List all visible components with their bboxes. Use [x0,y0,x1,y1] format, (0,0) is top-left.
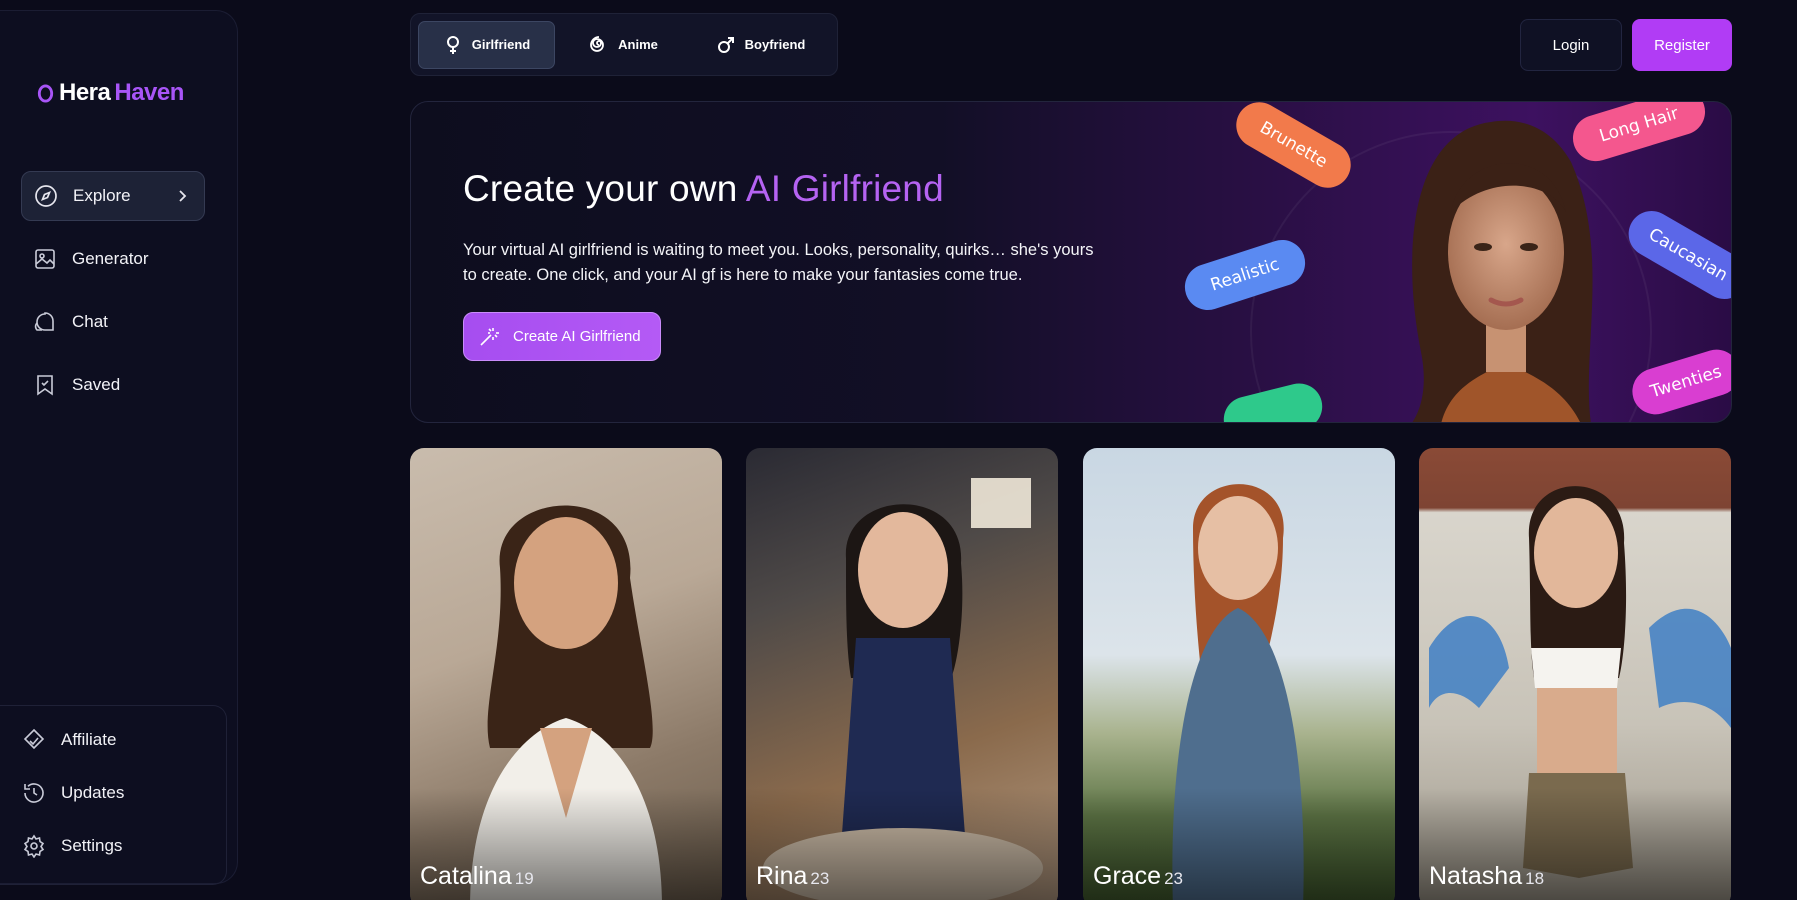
chevron-right-icon [179,190,187,202]
hero-title: Create your own AI Girlfriend [463,168,944,210]
female-icon [443,35,463,55]
logo[interactable]: Hera Haven [36,79,184,107]
male-icon [716,35,736,55]
sidebar-item-saved[interactable]: Saved [21,360,205,410]
character-age: 23 [810,869,830,888]
sidebar: Hera Haven Explore Generator Chat Saved … [0,10,238,885]
sidebar-item-generator[interactable]: Generator [21,234,205,284]
sidebar-item-label: Saved [72,375,121,394]
hero-banner: Create your own AI Girlfriend Your virtu… [410,101,1732,423]
sidebar-item-affiliate[interactable]: Affiliate [0,720,226,760]
register-button[interactable]: Register [1632,19,1732,71]
sidebar-item-label: Chat [72,312,108,331]
sidebar-item-explore[interactable]: Explore [21,171,205,221]
character-age: 18 [1525,869,1545,888]
chat-icon [33,310,57,334]
sidebar-item-label: Settings [61,836,123,855]
character-name: Rina 23 [756,862,829,891]
category-tabs: Girlfriend Anime Boyfriend [410,13,838,76]
character-name-text: Catalina [420,862,512,890]
bookmark-icon [33,373,57,397]
hero-title-highlight: AI Girlfriend [745,168,944,209]
create-button-label: Create AI Girlfriend [513,328,641,345]
logo-text-accent: Haven [114,79,184,106]
character-name-text: Rina [756,862,808,890]
image-icon [33,247,57,271]
character-name: Catalina 19 [420,862,534,891]
character-grid: Catalina 19 Rina 23 Grace 23 Natasha 18 [410,448,1732,900]
sidebar-item-chat[interactable]: Chat [21,297,205,347]
sidebar-bottom-nav: Affiliate Updates Settings [0,705,227,885]
sidebar-item-label: Affiliate [61,730,117,749]
sidebar-item-label: Updates [61,783,125,802]
character-name-text: Grace [1093,862,1162,890]
magic-wand-icon [480,327,499,346]
tab-label: Boyfriend [744,37,806,52]
hero-title-plain: Create your own [463,168,746,209]
affiliate-icon [22,728,46,752]
character-name: Grace 23 [1093,862,1183,891]
character-age: 19 [514,869,534,888]
character-name: Natasha 18 [1429,862,1544,891]
compass-icon [34,184,58,208]
character-card[interactable]: Natasha 18 [1419,448,1731,900]
character-card[interactable]: Catalina 19 [410,448,722,900]
history-icon [22,781,46,805]
character-age: 23 [1164,869,1184,888]
tab-boyfriend[interactable]: Boyfriend [692,21,829,69]
tab-anime[interactable]: Anime [555,21,692,69]
hero-description: Your virtual AI girlfriend is waiting to… [463,241,1094,284]
character-card[interactable]: Rina 23 [746,448,1058,900]
tab-girlfriend[interactable]: Girlfriend [418,20,555,69]
logo-mark-icon [37,83,54,103]
logo-text-primary: Hera [59,79,111,106]
sidebar-item-label: Explore [73,186,131,205]
create-ai-girlfriend-button[interactable]: Create AI Girlfriend [463,312,661,361]
character-name-text: Natasha [1429,862,1523,890]
sidebar-nav: Explore Generator Chat Saved [21,171,205,423]
tab-label: Anime [618,37,658,52]
character-card[interactable]: Grace 23 [1083,448,1395,900]
sidebar-item-label: Generator [72,249,149,268]
tab-label: Girlfriend [471,37,531,52]
sidebar-item-settings[interactable]: Settings [0,826,226,866]
login-button[interactable]: Login [1520,19,1622,71]
swirl-icon [589,35,609,55]
gear-icon [22,834,46,858]
sidebar-item-updates[interactable]: Updates [0,773,226,813]
